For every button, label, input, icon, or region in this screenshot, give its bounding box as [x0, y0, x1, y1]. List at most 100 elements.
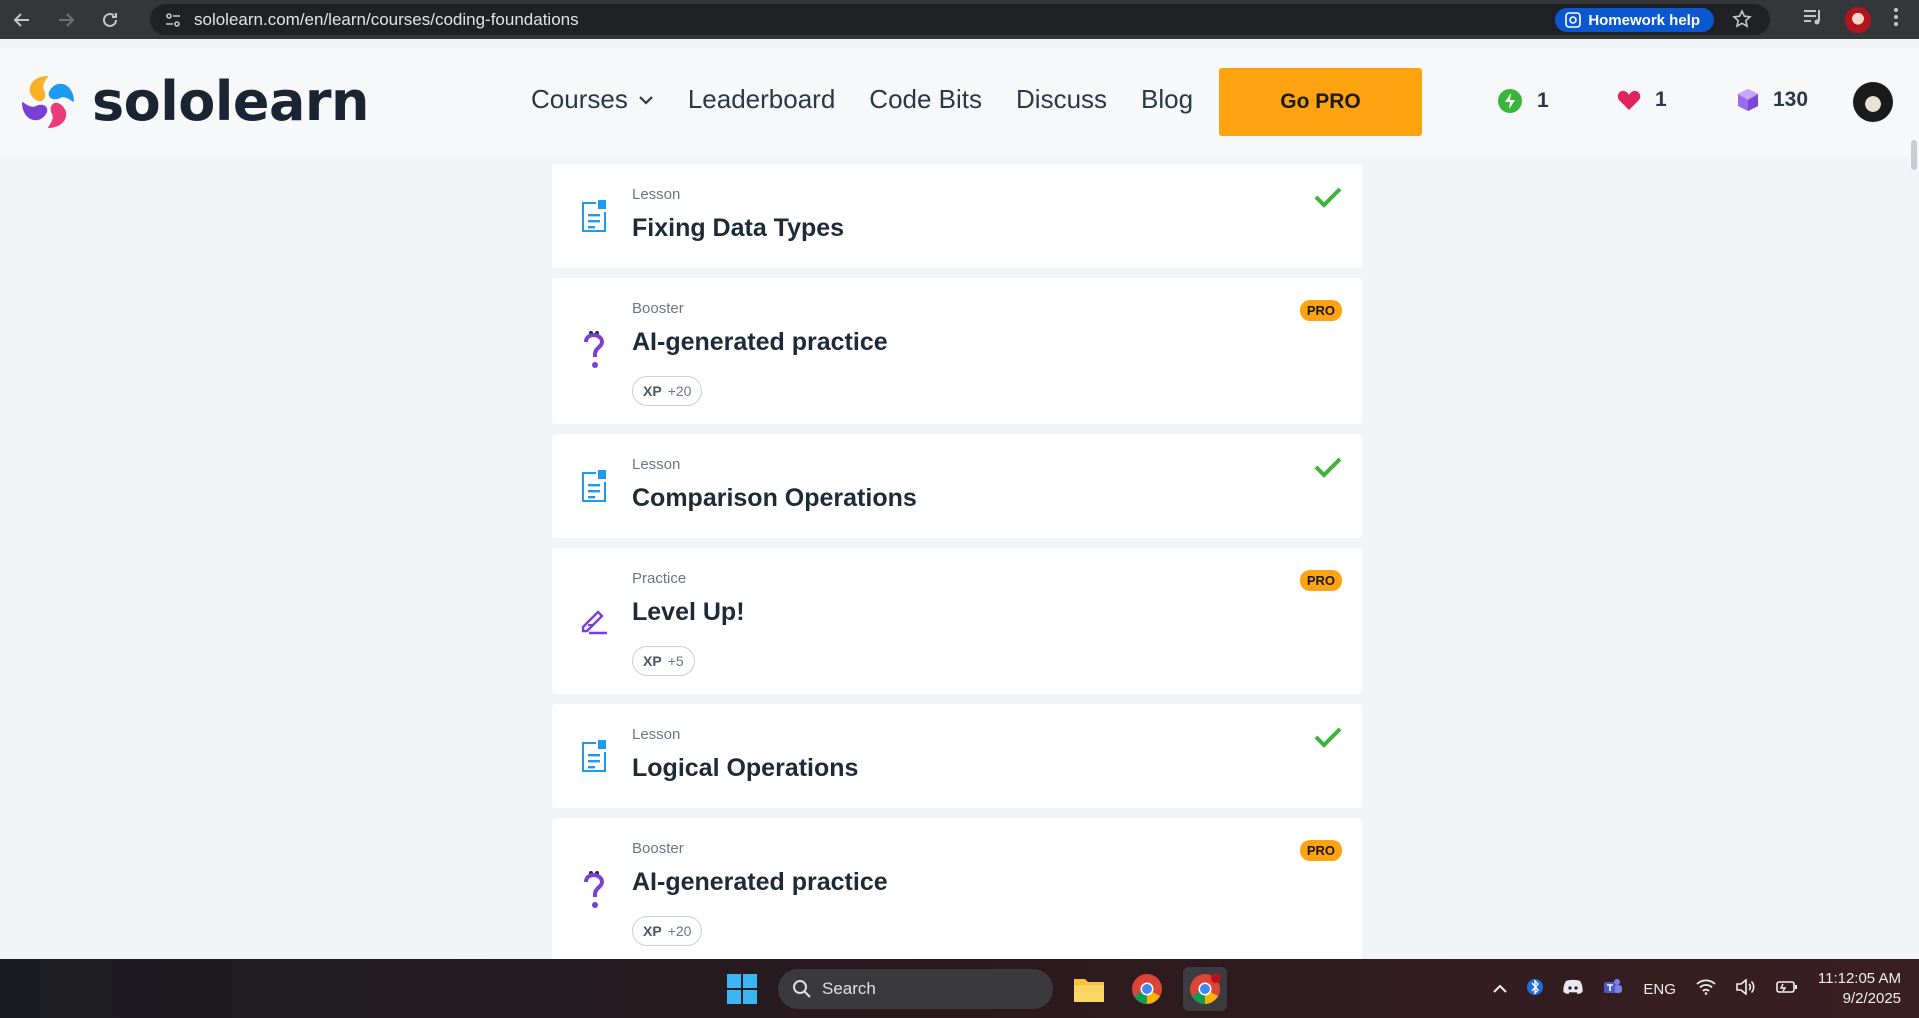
checkmark-icon — [1314, 456, 1342, 483]
nav-leaderboard[interactable]: Leaderboard — [688, 84, 835, 115]
pro-badge: PRO — [1299, 300, 1342, 321]
taskbar-apps: Search — [720, 967, 1227, 1011]
camera-search-icon — [1565, 12, 1582, 28]
system-tray: ENG 11:12:05 AM 9/2/2025 — [1493, 969, 1901, 1009]
chevron-down-icon — [639, 95, 653, 105]
chrome-app[interactable] — [1125, 967, 1169, 1011]
lesson-title: Comparison Operations — [632, 484, 917, 512]
address-bar[interactable]: sololearn.com/en/learn/courses/coding-fo… — [150, 4, 1770, 35]
chrome-profile-app[interactable] — [1183, 967, 1227, 1011]
heart-icon — [1617, 90, 1641, 110]
bookmark-star-icon[interactable] — [1732, 9, 1752, 34]
lesson-title: Logical Operations — [632, 754, 859, 782]
lesson-card[interactable]: Lesson Logical Operations — [552, 704, 1362, 808]
pro-badge: PRO — [1299, 840, 1342, 861]
streak-count: 1 — [1537, 89, 1549, 112]
lesson-title: AI-generated practice — [632, 868, 888, 896]
battery-icon[interactable] — [1776, 980, 1798, 998]
taskbar-search[interactable]: Search — [778, 969, 1053, 1009]
question-mark-icon — [576, 330, 612, 370]
back-button[interactable] — [0, 0, 44, 39]
windows-logo-icon — [727, 974, 757, 1004]
site-header: sololearn Courses Leaderboard Code Bits … — [0, 48, 1919, 170]
booster-card[interactable]: Booster AI-generated practice XP +20 PRO — [552, 278, 1362, 424]
reading-list-icon[interactable] — [1803, 8, 1823, 31]
xp-label: XP — [643, 653, 662, 669]
booster-card[interactable]: Booster AI-generated practice XP +20 PRO — [552, 818, 1362, 964]
lesson-title: Level Up! — [632, 598, 745, 626]
lesson-list: Lesson Fixing Data Types Booster AI-gene… — [552, 164, 1362, 974]
page-scrollbar[interactable] — [1911, 140, 1917, 170]
lesson-title: Fixing Data Types — [632, 214, 845, 242]
taskbar-clock[interactable]: 11:12:05 AM 9/2/2025 — [1818, 969, 1901, 1009]
xp-value: +20 — [667, 923, 692, 939]
gem-cube-icon — [1738, 89, 1758, 111]
lesson-kind: Lesson — [632, 186, 681, 203]
clock-date: 9/2/2025 — [1842, 990, 1901, 1007]
logo-wordmark: sololearn — [92, 70, 370, 133]
search-placeholder: Search — [822, 979, 876, 998]
reload-icon — [103, 12, 117, 27]
lesson-card[interactable]: Lesson Fixing Data Types — [552, 164, 1362, 268]
volume-icon[interactable] — [1736, 978, 1756, 999]
lesson-document-icon — [576, 466, 612, 506]
browser-profile-avatar[interactable] — [1845, 6, 1871, 33]
nav-courses-label: Courses — [531, 84, 628, 114]
hearts-stat[interactable]: 1 — [1617, 88, 1667, 112]
lesson-kind: Lesson — [632, 726, 681, 743]
search-icon — [793, 980, 811, 998]
folder-icon — [1074, 979, 1104, 1002]
xp-label: XP — [643, 383, 662, 399]
start-button[interactable] — [720, 967, 764, 1011]
checkmark-icon — [1314, 726, 1342, 753]
site-info-icon[interactable] — [156, 11, 190, 29]
practice-card[interactable]: Practice Level Up! XP +5 PRO — [552, 548, 1362, 694]
xp-pill: XP +20 — [632, 916, 703, 946]
user-avatar[interactable] — [1853, 82, 1893, 122]
nav-blog[interactable]: Blog — [1141, 84, 1193, 115]
streak-stat[interactable]: 1 — [1497, 88, 1549, 114]
lesson-kind: Booster — [632, 840, 684, 857]
clock-time: 11:12:05 AM — [1817, 970, 1901, 987]
hearts-count: 1 — [1655, 88, 1667, 111]
kebab-menu-icon[interactable] — [1893, 7, 1899, 32]
language-indicator[interactable]: ENG — [1643, 981, 1676, 998]
arrow-right-icon — [59, 12, 75, 27]
xp-label: XP — [643, 923, 662, 939]
chevron-up-icon[interactable] — [1493, 981, 1508, 998]
chrome-icon — [1132, 974, 1162, 1004]
windows-taskbar: Search ENG 11:12:05 AM 9/2/2025 — [0, 959, 1919, 1018]
pencil-edit-icon — [576, 600, 612, 640]
arrow-left-icon — [13, 12, 29, 27]
gems-count: 130 — [1773, 88, 1809, 111]
discord-icon[interactable] — [1563, 979, 1583, 999]
file-explorer-app[interactable] — [1067, 967, 1111, 1011]
nav-code-bits[interactable]: Code Bits — [869, 84, 982, 115]
lesson-kind: Lesson — [632, 456, 681, 473]
gems-stat[interactable]: 130 — [1737, 88, 1808, 112]
bluetooth-icon[interactable] — [1527, 977, 1544, 1001]
homework-help-button[interactable]: Homework help — [1555, 8, 1714, 32]
go-pro-button[interactable]: Go PRO — [1219, 68, 1422, 136]
nav-discuss[interactable]: Discuss — [1016, 84, 1107, 115]
chrome-profile-icon — [1190, 973, 1221, 1004]
xp-value: +20 — [667, 383, 692, 399]
forward-button[interactable] — [44, 0, 88, 39]
lightning-icon — [1498, 89, 1522, 113]
lesson-kind: Booster — [632, 300, 684, 317]
xp-pill: XP +20 — [632, 376, 703, 406]
lesson-title: AI-generated practice — [632, 328, 888, 356]
pro-badge: PRO — [1299, 570, 1342, 591]
sololearn-logo[interactable]: sololearn — [18, 70, 370, 133]
question-mark-icon — [576, 870, 612, 910]
reload-button[interactable] — [88, 0, 132, 39]
browser-actions — [1803, 0, 1919, 39]
nav-courses[interactable]: Courses — [531, 84, 654, 115]
wifi-icon[interactable] — [1696, 979, 1716, 999]
lesson-card[interactable]: Lesson Comparison Operations — [552, 434, 1362, 538]
sololearn-logo-icon — [22, 75, 74, 128]
lesson-document-icon — [576, 196, 612, 236]
url-text[interactable]: sololearn.com/en/learn/courses/coding-fo… — [194, 10, 579, 30]
teams-icon[interactable] — [1603, 978, 1623, 1000]
lesson-document-icon — [576, 736, 612, 776]
